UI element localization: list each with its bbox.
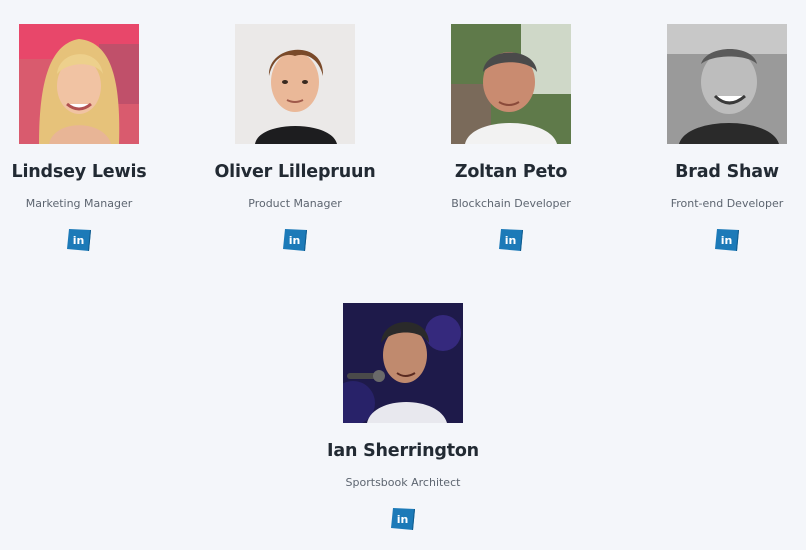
member-photo	[235, 24, 355, 144]
svg-text:in: in	[505, 234, 517, 247]
member-name: Lindsey Lewis	[11, 162, 147, 182]
member-photo	[667, 24, 787, 144]
linkedin-icon[interactable]: in	[282, 227, 308, 253]
member-name: Ian Sherrington	[327, 441, 479, 461]
linkedin-icon[interactable]: in	[390, 506, 416, 532]
member-role: Product Manager	[248, 197, 342, 210]
member-photo	[343, 303, 463, 423]
linkedin-icon[interactable]: in	[498, 227, 524, 253]
team-member-card: Ian Sherrington Sportsbook Architect in	[303, 303, 503, 532]
member-name: Zoltan Peto	[454, 162, 568, 182]
member-role: Sportsbook Architect	[345, 476, 461, 489]
svg-text:in: in	[289, 234, 301, 247]
team-member-card: Zoltan Peto Blockchain Developer in	[411, 24, 611, 253]
svg-text:in: in	[397, 513, 409, 526]
linkedin-icon[interactable]: in	[66, 227, 92, 253]
svg-text:in: in	[73, 234, 85, 247]
svg-text:in: in	[721, 234, 733, 247]
member-name: Oliver Lillepruun	[214, 162, 376, 182]
team-member-card: Lindsey Lewis Marketing Manager in	[0, 24, 179, 253]
member-role: Marketing Manager	[25, 197, 133, 210]
linkedin-icon[interactable]: in	[714, 227, 740, 253]
team-member-card: Oliver Lillepruun Product Manager in	[195, 24, 395, 253]
team-section: Lindsey Lewis Marketing Manager in Olive…	[0, 0, 806, 550]
member-role: Front-end Developer	[670, 197, 784, 210]
member-photo	[19, 24, 139, 144]
member-photo	[451, 24, 571, 144]
member-role: Blockchain Developer	[451, 197, 571, 210]
member-name: Brad Shaw	[675, 162, 779, 182]
team-member-card: Brad Shaw Front-end Developer in	[627, 24, 806, 253]
